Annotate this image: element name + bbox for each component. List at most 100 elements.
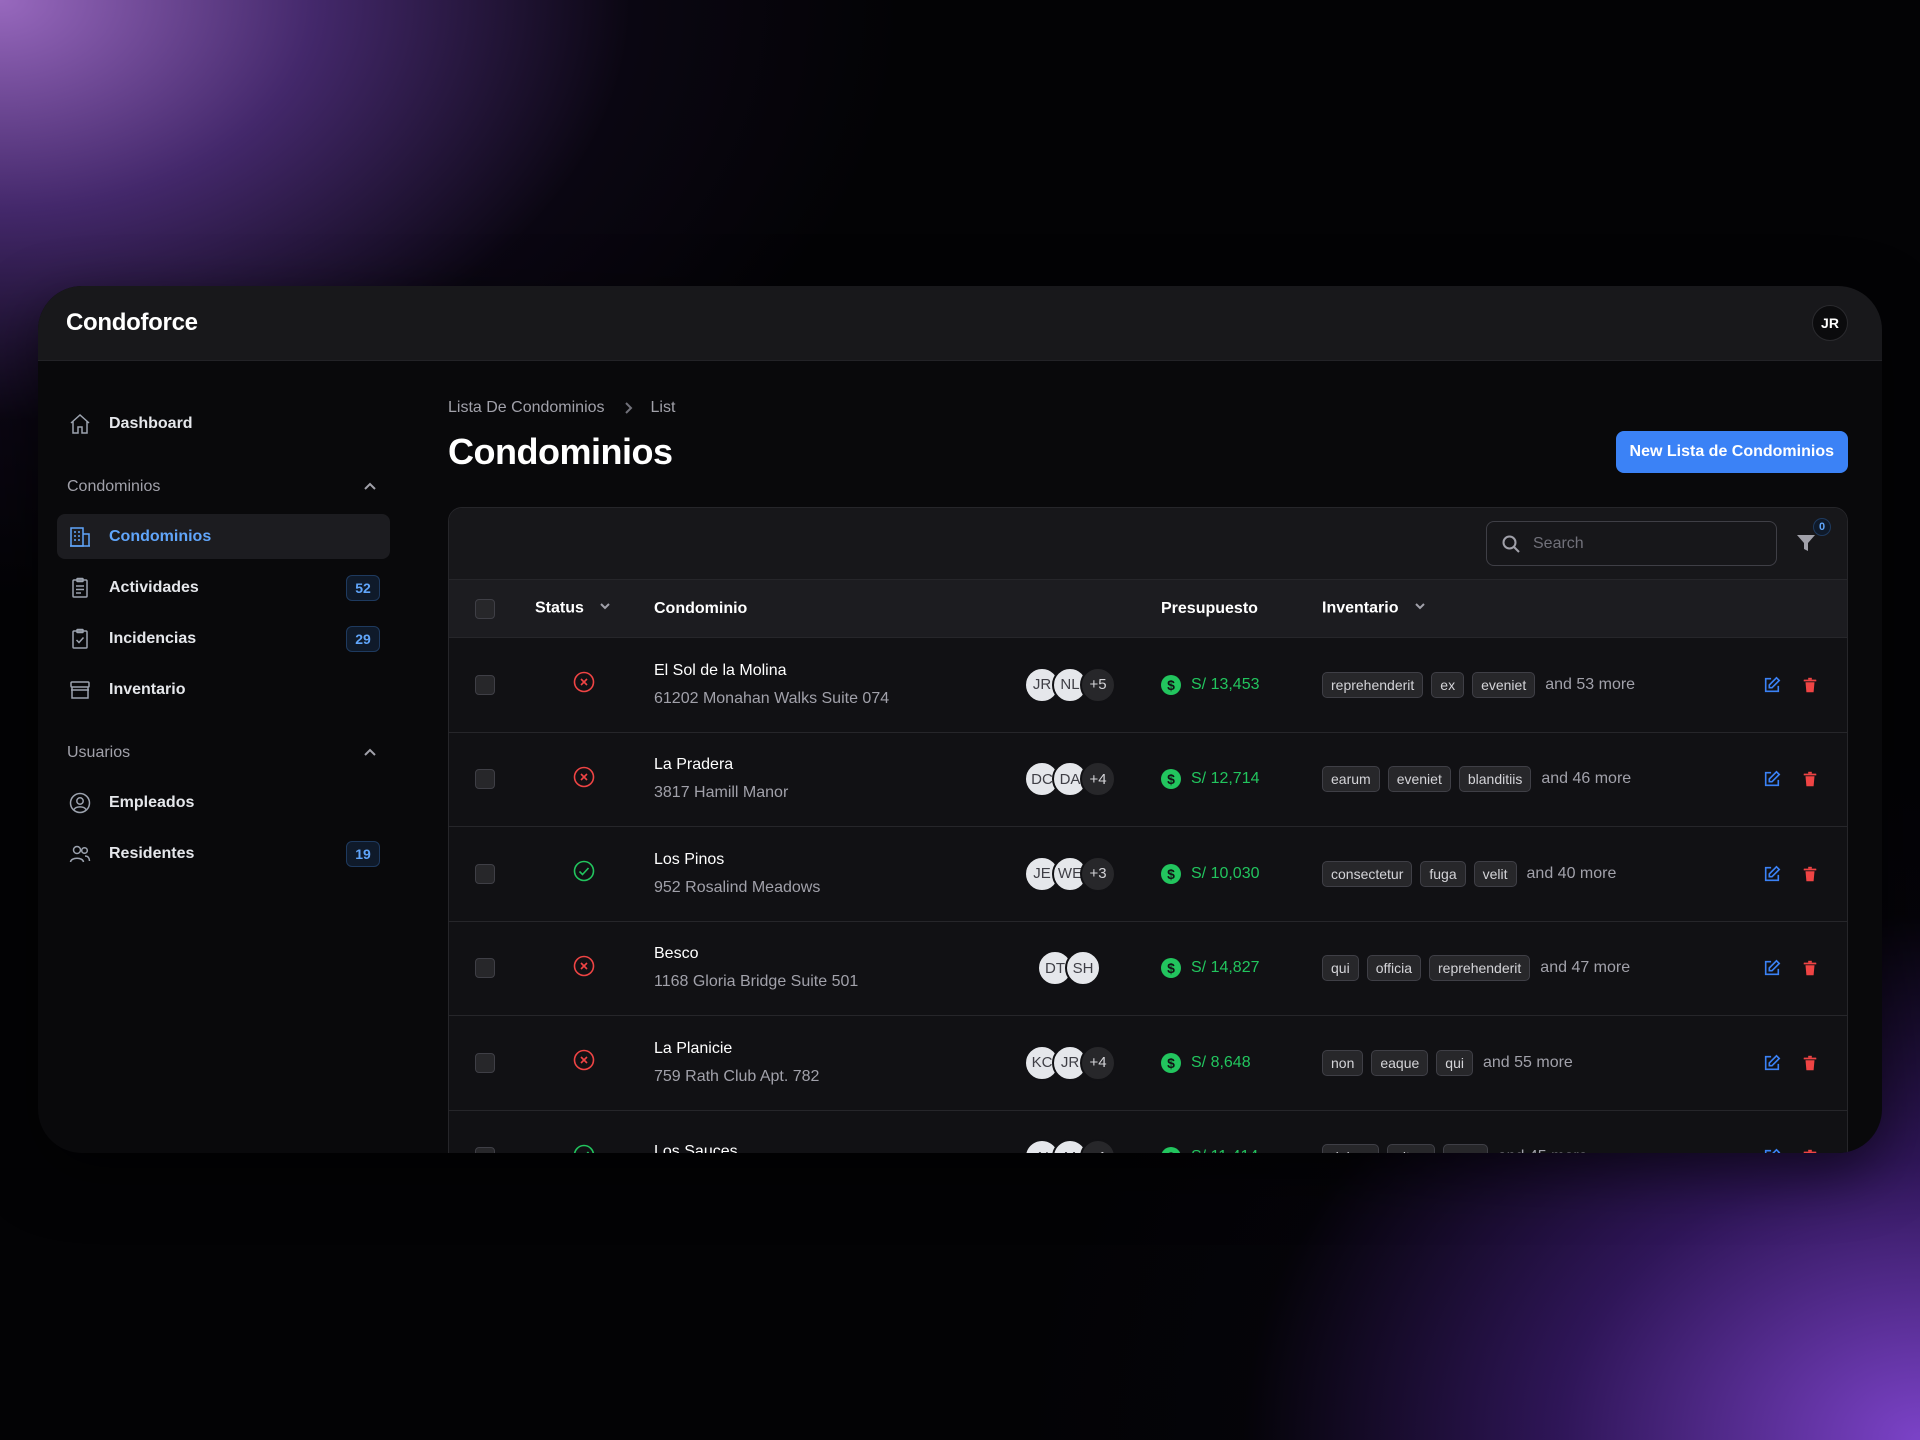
- edit-icon[interactable]: [1763, 959, 1781, 977]
- sidebar-item-inventario[interactable]: Inventario: [57, 667, 390, 712]
- new-condominio-button[interactable]: New Lista de Condominios: [1615, 431, 1848, 473]
- sidebar-group-condominios[interactable]: Condominios: [57, 472, 390, 502]
- trash-icon[interactable]: [1801, 676, 1819, 694]
- budget-value: S/ 8,648: [1191, 1053, 1251, 1071]
- budget-amount: $ S/ 10,030: [1161, 863, 1322, 884]
- avatar-group[interactable]: KC JR +4: [1024, 1044, 1161, 1081]
- avatar-group[interactable]: DC DA +4: [1024, 761, 1161, 798]
- inventory-tag: qui: [1436, 1049, 1473, 1076]
- sidebar-item-empleados[interactable]: Empleados: [57, 780, 390, 825]
- page-title: Condominios: [448, 431, 673, 472]
- actions-cell: [1727, 1110, 1847, 1153]
- condominio-name[interactable]: La Planicie: [654, 1040, 1024, 1058]
- sidebar-item-dashboard[interactable]: Dashboard: [57, 401, 390, 446]
- row-checkbox[interactable]: [475, 1147, 495, 1153]
- table-row[interactable]: La Planicie 759 Rath Club Apt. 782 KC JR +4 $…: [449, 1016, 1847, 1111]
- edit-icon[interactable]: [1763, 865, 1781, 883]
- x-circle-icon: [573, 955, 595, 977]
- row-checkbox[interactable]: [475, 958, 495, 979]
- row-select-cell: [449, 921, 535, 1016]
- sidebar-group-usuarios[interactable]: Usuarios: [57, 738, 390, 768]
- actions-cell: [1727, 732, 1847, 827]
- table-row[interactable]: Los Pinos 952 Rosalind Meadows JE WE +3 $ S/ 1…: [449, 827, 1847, 922]
- check-circle-icon: [573, 1144, 595, 1153]
- table-card: 0 Status Condominio Pre: [448, 507, 1848, 1153]
- row-checkbox[interactable]: [475, 674, 495, 695]
- search-icon: [1502, 535, 1520, 553]
- avatars-cell: JR NL +5: [1024, 638, 1161, 733]
- inventario-header-label: Inventario: [1322, 599, 1399, 617]
- inventario-cell: consectetur fuga velit and 40 more: [1322, 827, 1727, 922]
- trash-icon[interactable]: [1801, 1148, 1819, 1153]
- condominio-name[interactable]: La Pradera: [654, 756, 1024, 774]
- inventory-tag: eum: [1442, 1144, 1488, 1153]
- trash-icon[interactable]: [1801, 1054, 1819, 1072]
- condominio-cell: El Sol de la Molina 61202 Monahan Walks S…: [654, 638, 1024, 733]
- filter-icon: [1797, 534, 1815, 551]
- trash-icon[interactable]: [1801, 865, 1819, 883]
- inventory-tag: earum: [1322, 766, 1380, 793]
- avatar-group[interactable]: AIM+1: [1024, 1139, 1161, 1153]
- row-select-cell: [449, 638, 535, 733]
- table-row[interactable]: Besco 1168 Gloria Bridge Suite 501 DT SH $ S/…: [449, 921, 1847, 1016]
- row-checkbox[interactable]: [475, 769, 495, 790]
- trash-icon[interactable]: [1801, 770, 1819, 788]
- table-body: El Sol de la Molina 61202 Monahan Walks S…: [449, 638, 1847, 1153]
- edit-icon[interactable]: [1763, 770, 1781, 788]
- breadcrumb-parent[interactable]: Lista De Condominios: [448, 399, 605, 417]
- status-cell: [535, 732, 654, 827]
- sidebar-item-condominios[interactable]: Condominios: [57, 514, 390, 559]
- edit-icon[interactable]: [1763, 676, 1781, 694]
- avatar-group[interactable]: DT SH: [1024, 950, 1161, 987]
- table-row[interactable]: La Pradera 3817 Hamill Manor DC DA +4 $ S/ 12,…: [449, 732, 1847, 827]
- x-circle-icon: [573, 1049, 595, 1071]
- sidebar: Dashboard Condominios Condominios Activi…: [38, 361, 410, 1153]
- search-box[interactable]: [1486, 521, 1777, 566]
- user-avatar[interactable]: JR: [1812, 305, 1848, 341]
- condominio-name[interactable]: Besco: [654, 945, 1024, 963]
- select-all-checkbox[interactable]: [475, 598, 495, 619]
- inventario-header[interactable]: Inventario: [1322, 580, 1727, 638]
- sidebar-item-residentes[interactable]: Residentes 19: [57, 831, 390, 876]
- row-checkbox[interactable]: [475, 863, 495, 884]
- condominio-address: 61202 Monahan Walks Suite 074: [654, 689, 890, 707]
- sidebar-group-label: Usuarios: [67, 744, 131, 761]
- inventory-more: and 46 more: [1541, 770, 1632, 788]
- status-cell: [535, 638, 654, 733]
- budget-value: S/ 11,414: [1191, 1148, 1258, 1153]
- condominio-cell: Los Pinos 952 Rosalind Meadows: [654, 827, 1024, 922]
- brand-logo[interactable]: Condoforce: [66, 309, 198, 337]
- condominio-name[interactable]: Los Sauces: [654, 1143, 1024, 1153]
- status-header[interactable]: Status: [535, 580, 654, 638]
- table-row[interactable]: Los SaucesAIM+1$ S/ 11,414 dolore vitae eum a…: [449, 1110, 1847, 1153]
- dollar-icon: $: [1161, 863, 1181, 884]
- search-input[interactable]: [1533, 534, 1733, 553]
- edit-icon[interactable]: [1763, 1054, 1781, 1072]
- archive-icon: [67, 677, 93, 703]
- filter-button[interactable]: 0: [1795, 517, 1831, 556]
- avatar-group[interactable]: JE WE +3: [1024, 855, 1161, 892]
- trash-icon[interactable]: [1801, 959, 1819, 977]
- avatar-group[interactable]: JR NL +5: [1024, 666, 1161, 703]
- budget-cell: $ S/ 12,714: [1161, 732, 1322, 827]
- condominio-address: 952 Rosalind Meadows: [654, 878, 821, 896]
- inventory-tag: eveniet: [1387, 766, 1451, 793]
- actions-cell: [1727, 827, 1847, 922]
- sidebar-group-label: Condominios: [67, 478, 161, 495]
- budget-value: S/ 13,453: [1191, 675, 1260, 693]
- condominio-name[interactable]: El Sol de la Molina: [654, 662, 1024, 680]
- user-circle-icon: [67, 790, 93, 816]
- clipboard-check-icon: [67, 626, 93, 652]
- sidebar-item-incidencias[interactable]: Incidencias 29: [57, 616, 390, 661]
- chevron-down-icon: [598, 599, 612, 618]
- inventory-tag: blanditiis: [1458, 766, 1532, 793]
- budget-value: S/ 12,714: [1191, 770, 1260, 788]
- budget-cell: $ S/ 10,030: [1161, 827, 1322, 922]
- row-checkbox[interactable]: [475, 1052, 495, 1073]
- table-row[interactable]: El Sol de la Molina 61202 Monahan Walks S…: [449, 638, 1847, 733]
- avatars-cell: KC JR +4: [1024, 1016, 1161, 1111]
- inventory-tag: non: [1322, 1049, 1364, 1076]
- sidebar-item-actividades[interactable]: Actividades 52: [57, 565, 390, 610]
- condominio-name[interactable]: Los Pinos: [654, 851, 1024, 869]
- edit-icon[interactable]: [1763, 1148, 1781, 1153]
